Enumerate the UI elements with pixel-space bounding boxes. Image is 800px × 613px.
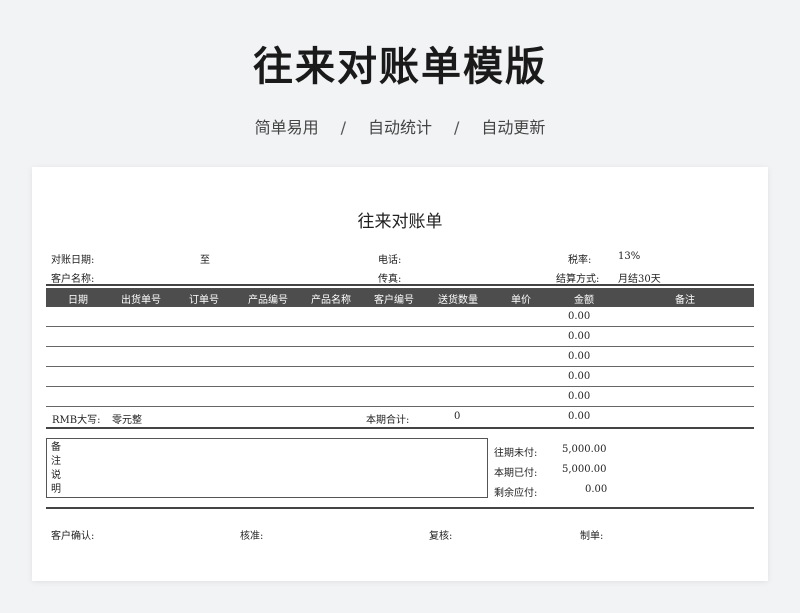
table-row: 0.00 [46,347,754,367]
customer-label: 客户名称: [51,274,95,285]
customer-confirm-label: 客户确认: [51,531,95,542]
table-row: 0.00 [46,387,754,407]
rmb-label: RMB大写: [52,415,101,426]
col-unit-price: 单价 [511,295,531,306]
date-to-label: 至 [200,255,210,266]
divider [46,427,754,429]
col-remarks: 备注 [675,295,695,306]
phone-label: 电话: [378,255,402,266]
table-header: 日期 出货单号 订单号 产品编号 产品名称 客户编号 送货数量 单价 金额 备注 [46,288,754,307]
approve-label: 核准: [240,531,264,542]
col-product-code: 产品编号 [248,295,288,306]
tax-label: 税率: [568,255,592,266]
previous-unpaid-value: 5,000.00 [562,444,607,455]
col-amount: 金额 [574,295,594,306]
col-customer-code: 客户编号 [374,295,414,306]
review-label: 复核: [429,531,453,542]
amount-cell: 0.00 [568,351,591,362]
statement-sheet: 往来对账单 对账日期: 至 电话: 税率: 13% 客户名称: 传真: 结算方式… [32,167,768,581]
total-row: RMB大写: 零元整 本期合计: 0 0.00 [46,407,754,427]
table-row: 0.00 [46,307,754,327]
amount-cell: 0.00 [568,311,591,322]
col-date: 日期 [68,295,88,306]
period-total-label: 本期合计: [366,415,410,426]
settle-label: 结算方式: [556,274,600,285]
feature-list: 简单易用 / 自动统计 / 自动更新 [0,114,800,138]
feature-auto-stats: 自动统计 [367,118,432,137]
table-row: 0.00 [46,327,754,347]
rmb-value: 零元整 [112,415,142,426]
notes-label: 备注说明 [51,442,61,495]
prepared-by-label: 制单: [580,531,604,542]
col-product-name: 产品名称 [311,295,351,306]
page-title: 往来对账单模版 [253,44,547,90]
remaining-due-label: 剩余应付: [494,488,538,499]
current-paid-label: 本期已付: [494,468,538,479]
previous-unpaid-label: 往期未付: [494,448,538,459]
col-shipment-no: 出货单号 [121,295,161,306]
period-total-amount: 0.00 [568,411,591,422]
statement-title: 往来对账单 [357,212,443,232]
col-order-no: 订单号 [189,295,219,306]
fax-label: 传真: [378,274,402,285]
col-qty: 送货数量 [438,295,478,306]
tax-value: 13% [618,251,641,262]
feature-auto-update: 自动更新 [481,118,546,137]
date-label: 对账日期: [51,255,95,266]
remaining-due-value: 0.00 [585,484,608,495]
table-row: 0.00 [46,367,754,387]
separator: / [340,118,346,137]
notes-box: 备注说明 [46,438,488,498]
feature-easy: 简单易用 [254,118,319,137]
amount-cell: 0.00 [568,371,591,382]
amount-cell: 0.00 [568,391,591,402]
divider [46,284,754,286]
current-paid-value: 5,000.00 [562,464,607,475]
settle-value: 月结30天 [618,274,661,285]
period-total-qty: 0 [454,411,461,422]
amount-cell: 0.00 [568,331,591,342]
separator: / [454,118,460,137]
divider [46,507,754,509]
